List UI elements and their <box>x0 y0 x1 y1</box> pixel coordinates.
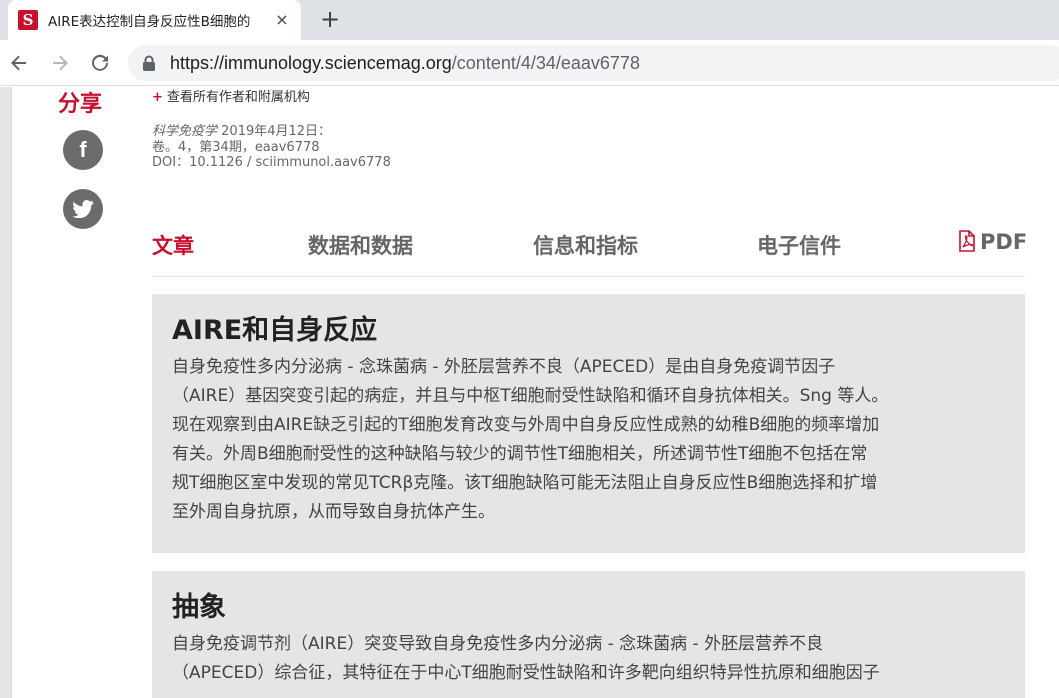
citation: 科学免疫学 2019年4月12日： 卷。4，第34期，eaav6778 DOI：… <box>152 124 391 171</box>
text-line: 自身免疫性多内分泌病 - 念珠菌病 - 外胚层营养不良（APECED）是由自身免… <box>172 357 836 377</box>
tab-figures-data[interactable]: 数据和数据 <box>308 230 413 260</box>
back-button[interactable] <box>4 48 34 78</box>
pdf-label: PDF <box>980 230 1028 254</box>
authors-link-text: 查看所有作者和附属机构 <box>166 90 310 105</box>
browser-tab-strip: S AIRE表达控制自身反应性B细胞的 × + <box>0 0 1059 40</box>
journal-name: 科学免疫学 <box>152 124 218 139</box>
twitter-share-button[interactable] <box>63 189 103 229</box>
left-rail <box>0 87 12 698</box>
url-path: /content/4/34/eaav6778 <box>451 52 640 73</box>
facebook-icon: f <box>79 137 87 162</box>
browser-tab[interactable]: S AIRE表达控制自身反应性B细胞的 × <box>8 0 301 40</box>
publish-date: 2019年4月12日： <box>221 124 332 139</box>
new-tab-button[interactable]: + <box>316 6 344 34</box>
tab-article[interactable]: 文章 <box>152 230 194 260</box>
text-line: （APECED）综合征，其特征在于中心T细胞耐受性缺陷和许多靶向组织特异性抗原和… <box>172 663 880 683</box>
back-arrow-icon <box>11 55 26 71</box>
text-line: 至外周自身抗原，从而导致自身抗体产生。 <box>172 502 495 522</box>
section-heading: 抽象 <box>172 592 226 623</box>
summary-paragraph: 自身免疫性多内分泌病 - 念珠菌病 - 外胚层营养不良（APECED）是由自身免… <box>172 353 1005 527</box>
text-line: （AIRE）基因突变引起的病症，并且与中枢T细胞耐受性缺陷和循环自身抗体相关。S… <box>172 386 889 406</box>
text-line: 现在观察到由AIRE缺乏引起的T细胞发育改变与外周中自身反应性成熟的幼稚B细胞的… <box>172 415 880 435</box>
pdf-icon <box>959 230 975 252</box>
abstract-box: 抽象 自身免疫调节剂（AIRE）突变导致自身免疫性多内分泌病 - 念珠菌病 - … <box>152 571 1025 698</box>
browser-toolbar: https://immunology.sciencemag.org/conten… <box>0 40 1059 86</box>
facebook-share-button[interactable]: f <box>63 130 103 170</box>
tab-info-metrics[interactable]: 信息和指标 <box>533 230 638 260</box>
forward-arrow-icon <box>53 55 68 71</box>
sciencemag-favicon-icon: S <box>18 10 38 30</box>
address-bar[interactable]: https://immunology.sciencemag.org/conten… <box>128 45 1059 81</box>
text-line: 自身免疫调节剂（AIRE）突变导致自身免疫性多内分泌病 - 念珠菌病 - 外胚层… <box>172 634 824 654</box>
tab-pdf[interactable]: PDF <box>958 230 1027 254</box>
section-heading: AIRE和自身反应 <box>172 315 378 346</box>
url-host: https://immunology.sciencemag.org <box>170 52 452 73</box>
article-tabs: 文章 数据和数据 信息和指标 电子信件 PDF <box>152 223 1027 277</box>
editor-summary-box: AIRE和自身反应 自身免疫性多内分泌病 - 念珠菌病 - 外胚层营养不良（AP… <box>152 294 1025 553</box>
forward-button[interactable] <box>45 48 75 78</box>
reload-button[interactable] <box>85 48 115 78</box>
url-text: https://immunology.sciencemag.org/conten… <box>170 53 640 74</box>
volume-issue: 卷。4，第34期，eaav6778 <box>152 139 320 155</box>
tab-close-icon[interactable]: × <box>273 11 291 29</box>
share-label: 分享 <box>58 92 103 117</box>
text-line: 规T细胞区室中发现的常见TCRβ克隆。该T细胞缺陷可能无法阻止自身反应性B细胞选… <box>172 473 878 493</box>
tab-eletters[interactable]: 电子信件 <box>757 230 841 260</box>
expand-plus-icon: + <box>152 90 163 105</box>
lock-icon <box>143 55 155 71</box>
text-line: 有关。外周B细胞耐受性的这种缺陷与较少的调节性T细胞相关，所述调节性T细胞不包括… <box>172 444 868 464</box>
reload-icon <box>92 54 108 71</box>
abstract-paragraph: 自身免疫调节剂（AIRE）突变导致自身免疫性多内分泌病 - 念珠菌病 - 外胚层… <box>172 630 1005 688</box>
twitter-icon <box>72 200 94 218</box>
doi: DOI：10.1126 / sciimmunol.aav6778 <box>152 155 391 170</box>
tab-title: AIRE表达控制自身反应性B细胞的 <box>48 14 251 30</box>
authors-link[interactable]: + 查看所有作者和附属机构 <box>152 86 310 105</box>
